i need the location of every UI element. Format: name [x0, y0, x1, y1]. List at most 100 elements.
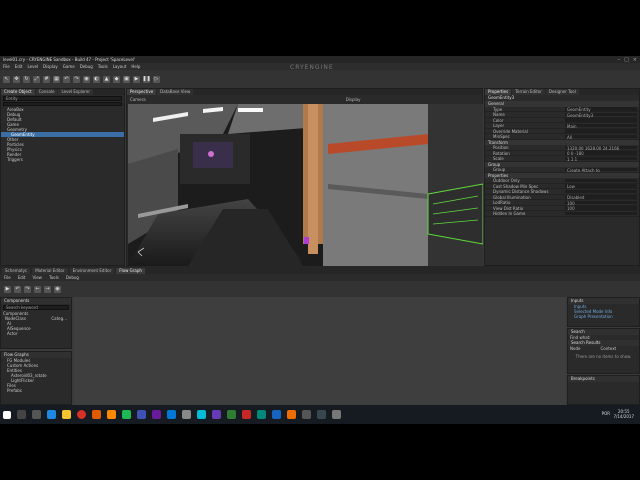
physics-icon[interactable]: ◉: [83, 75, 90, 83]
viewport-display-menu[interactable]: Display: [346, 97, 361, 102]
menu-tools[interactable]: Tools: [98, 64, 108, 69]
back-icon[interactable]: ←: [34, 285, 41, 293]
debug-icon[interactable]: ◉: [54, 285, 61, 293]
pause-icon[interactable]: ❚❚: [142, 75, 151, 83]
rotate-tool-icon[interactable]: ↻: [23, 75, 30, 83]
property-value[interactable]: Low: [565, 184, 637, 189]
tab-terrain-editor[interactable]: Terrain Editor: [512, 89, 545, 95]
tab-designer-tool[interactable]: Designer Tool: [545, 89, 579, 95]
explorer-icon[interactable]: [62, 410, 71, 419]
property-value[interactable]: Disabled: [565, 195, 637, 200]
main-toolbar: ↖ ✥ ↻ ⤢ # ▦ ↶ ↷ ◉ ◐ ▲ ◆ ▣ ▶ ❚❚ ▷: [0, 70, 640, 88]
list-item[interactable]: Actor: [1, 331, 71, 336]
fg-menu-debug[interactable]: Debug: [66, 275, 79, 280]
fg-menu-view[interactable]: View: [32, 275, 42, 280]
property-value[interactable]: Create Attach to: [565, 167, 637, 172]
edge-icon[interactable]: [47, 410, 56, 419]
chrome-icon[interactable]: [77, 410, 86, 419]
app-icon[interactable]: [137, 410, 146, 419]
menu-layout[interactable]: Layout: [113, 64, 127, 69]
property-value[interactable]: 1320.00 1628.00 24.2166: [565, 145, 637, 150]
firefox-icon[interactable]: [92, 410, 101, 419]
components-search[interactable]: Search keyword: [3, 305, 69, 310]
property-value[interactable]: GeomEntity: [565, 107, 637, 112]
property-value[interactable]: [565, 129, 637, 133]
viewport-camera-label[interactable]: Camera: [130, 97, 146, 102]
col-context[interactable]: Context: [600, 346, 616, 351]
tab-create-object[interactable]: Create Object: [1, 89, 35, 95]
menu-debug[interactable]: Debug: [80, 64, 93, 69]
property-value[interactable]: [565, 178, 637, 182]
col-node[interactable]: Node: [570, 346, 580, 351]
property-value[interactable]: 1 1 1: [565, 156, 637, 161]
tab-level-explorer[interactable]: Level Explorer: [58, 89, 93, 95]
3d-viewport[interactable]: [128, 104, 483, 266]
undo-icon[interactable]: ↶: [14, 285, 21, 293]
app-icon[interactable]: [317, 410, 326, 419]
move-tool-icon[interactable]: ✥: [13, 75, 20, 83]
empty-results-text: There are no items to show.: [575, 354, 632, 359]
property-value[interactable]: 0 0 -180: [565, 151, 637, 156]
app-icon[interactable]: [182, 410, 191, 419]
list-item[interactable]: Prefabs: [1, 388, 71, 393]
property-value[interactable]: GeomEntity3: [565, 112, 637, 117]
search-icon[interactable]: [17, 410, 26, 419]
menu-level[interactable]: Level: [27, 64, 38, 69]
app-icon[interactable]: [197, 410, 206, 419]
entity-filter-input[interactable]: Entity: [3, 96, 122, 101]
col-category[interactable]: Categ...: [51, 316, 67, 321]
scale-tool-icon[interactable]: ⤢: [33, 75, 40, 83]
start-icon[interactable]: [3, 410, 11, 419]
app-icon[interactable]: [302, 410, 311, 419]
app-icon[interactable]: [227, 410, 236, 419]
undo-icon[interactable]: ↶: [63, 75, 70, 83]
cryengine-taskbar-icon[interactable]: [332, 410, 341, 419]
tree-item[interactable]: Triggers: [1, 157, 124, 162]
ai-icon[interactable]: ◆: [113, 75, 120, 83]
property-value[interactable]: All: [565, 134, 637, 139]
app-icon[interactable]: [122, 410, 131, 419]
app-icon[interactable]: [167, 410, 176, 419]
components-title: Components: [1, 298, 71, 304]
forward-icon[interactable]: →: [44, 285, 51, 293]
secondary-filter[interactable]: [3, 102, 122, 106]
camera-icon[interactable]: ▣: [123, 75, 130, 83]
property-value[interactable]: [565, 189, 637, 193]
property-value[interactable]: Main: [565, 123, 637, 128]
play-icon[interactable]: ▶: [133, 75, 140, 83]
snap-icon[interactable]: #: [43, 75, 50, 83]
menu-edit[interactable]: Edit: [15, 64, 23, 69]
redo-icon[interactable]: ↷: [24, 285, 31, 293]
list-item[interactable]: Graph Presentation: [568, 314, 639, 319]
app-icon[interactable]: [152, 410, 161, 419]
tab-database-view[interactable]: DataBase View: [157, 89, 194, 95]
property-value[interactable]: 100: [565, 206, 637, 211]
play-icon[interactable]: ▶: [4, 285, 11, 293]
flowgraph-canvas[interactable]: [74, 297, 566, 405]
app-icon[interactable]: [272, 410, 281, 419]
fg-menu-tools[interactable]: Tools: [49, 275, 59, 280]
menu-game[interactable]: Game: [63, 64, 75, 69]
grid-icon[interactable]: ▦: [53, 75, 60, 83]
menu-display[interactable]: Display: [43, 64, 58, 69]
visual-studio-icon[interactable]: [212, 410, 221, 419]
menu-help[interactable]: Help: [131, 64, 140, 69]
menu-file[interactable]: File: [3, 64, 10, 69]
tab-perspective[interactable]: Perspective: [127, 89, 157, 95]
fg-menu-file[interactable]: File: [4, 275, 11, 280]
step-icon[interactable]: ▷: [153, 75, 160, 83]
select-tool-icon[interactable]: ↖: [3, 75, 10, 83]
app-icon[interactable]: [257, 410, 266, 419]
property-value[interactable]: 100: [565, 200, 637, 205]
vlc-icon[interactable]: [107, 410, 116, 419]
task-view-icon[interactable]: [32, 410, 41, 419]
tab-console[interactable]: Console: [35, 89, 58, 95]
terrain-icon[interactable]: ▲: [103, 75, 110, 83]
fg-menu-edit[interactable]: Edit: [18, 275, 26, 280]
property-value[interactable]: [565, 118, 637, 122]
app-icon[interactable]: [287, 410, 296, 419]
app-icon[interactable]: [242, 410, 251, 419]
property-value[interactable]: [565, 211, 637, 215]
redo-icon[interactable]: ↷: [73, 75, 80, 83]
material-icon[interactable]: ◐: [93, 75, 100, 83]
